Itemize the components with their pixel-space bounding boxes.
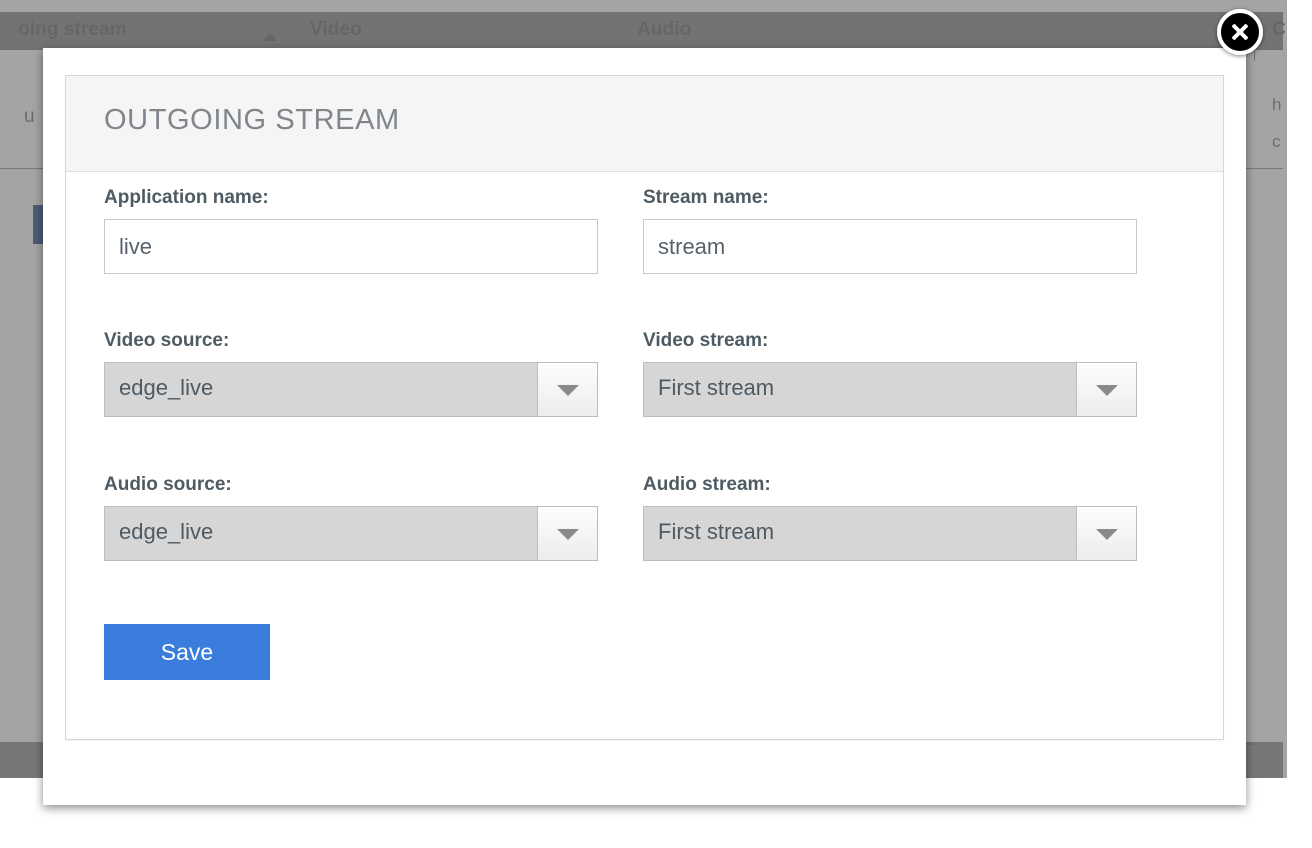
stream-name-label: Stream name: bbox=[643, 187, 769, 208]
outgoing-stream-panel: OUTGOING STREAM Application name: Stream… bbox=[65, 75, 1224, 740]
field-audio-stream: Audio stream: First stream bbox=[643, 474, 1137, 561]
field-audio-source: Audio source: edge_live bbox=[104, 474, 598, 561]
video-stream-value: First stream bbox=[658, 375, 775, 400]
video-source-dropdown-button[interactable] bbox=[537, 363, 597, 416]
chevron-down-icon bbox=[1095, 384, 1118, 396]
video-stream-select[interactable]: First stream bbox=[643, 362, 1137, 417]
video-stream-dropdown-button[interactable] bbox=[1076, 363, 1136, 416]
outgoing-stream-modal: OUTGOING STREAM Application name: Stream… bbox=[43, 48, 1246, 805]
audio-stream-label: Audio stream: bbox=[643, 474, 771, 495]
video-source-value: edge_live bbox=[119, 375, 214, 400]
form-row-names: Application name: Stream name: bbox=[66, 187, 1223, 297]
form-row-audio: Audio source: edge_live Audio stream: Fi… bbox=[66, 474, 1223, 584]
video-stream-label: Video stream: bbox=[643, 330, 769, 351]
audio-stream-dropdown-button[interactable] bbox=[1076, 507, 1136, 560]
screen: oing stream Video Audio C u h c OUTGOING… bbox=[0, 0, 1312, 848]
chevron-down-icon bbox=[1095, 528, 1118, 540]
panel-header: OUTGOING STREAM bbox=[66, 76, 1223, 172]
audio-source-dropdown-button[interactable] bbox=[537, 507, 597, 560]
chevron-down-icon bbox=[556, 384, 579, 396]
audio-source-label: Audio source: bbox=[104, 474, 232, 495]
video-source-select[interactable]: edge_live bbox=[104, 362, 598, 417]
stream-name-input[interactable] bbox=[643, 219, 1137, 274]
application-name-input[interactable] bbox=[104, 219, 598, 274]
application-name-label: Application name: bbox=[104, 187, 269, 208]
chevron-down-icon bbox=[556, 528, 579, 540]
audio-source-select[interactable]: edge_live bbox=[104, 506, 598, 561]
field-stream-name: Stream name: bbox=[643, 187, 1137, 274]
save-button[interactable]: Save bbox=[104, 624, 270, 680]
close-icon[interactable] bbox=[1217, 9, 1263, 55]
field-video-stream: Video stream: First stream bbox=[643, 330, 1137, 417]
form-row-video: Video source: edge_live Video stream: Fi… bbox=[66, 330, 1223, 440]
audio-stream-select[interactable]: First stream bbox=[643, 506, 1137, 561]
page-title: OUTGOING STREAM bbox=[104, 104, 400, 136]
video-source-label: Video source: bbox=[104, 330, 230, 351]
audio-source-value: edge_live bbox=[119, 519, 214, 544]
field-application-name: Application name: bbox=[104, 187, 598, 274]
field-video-source: Video source: edge_live bbox=[104, 330, 598, 417]
audio-stream-value: First stream bbox=[658, 519, 775, 544]
